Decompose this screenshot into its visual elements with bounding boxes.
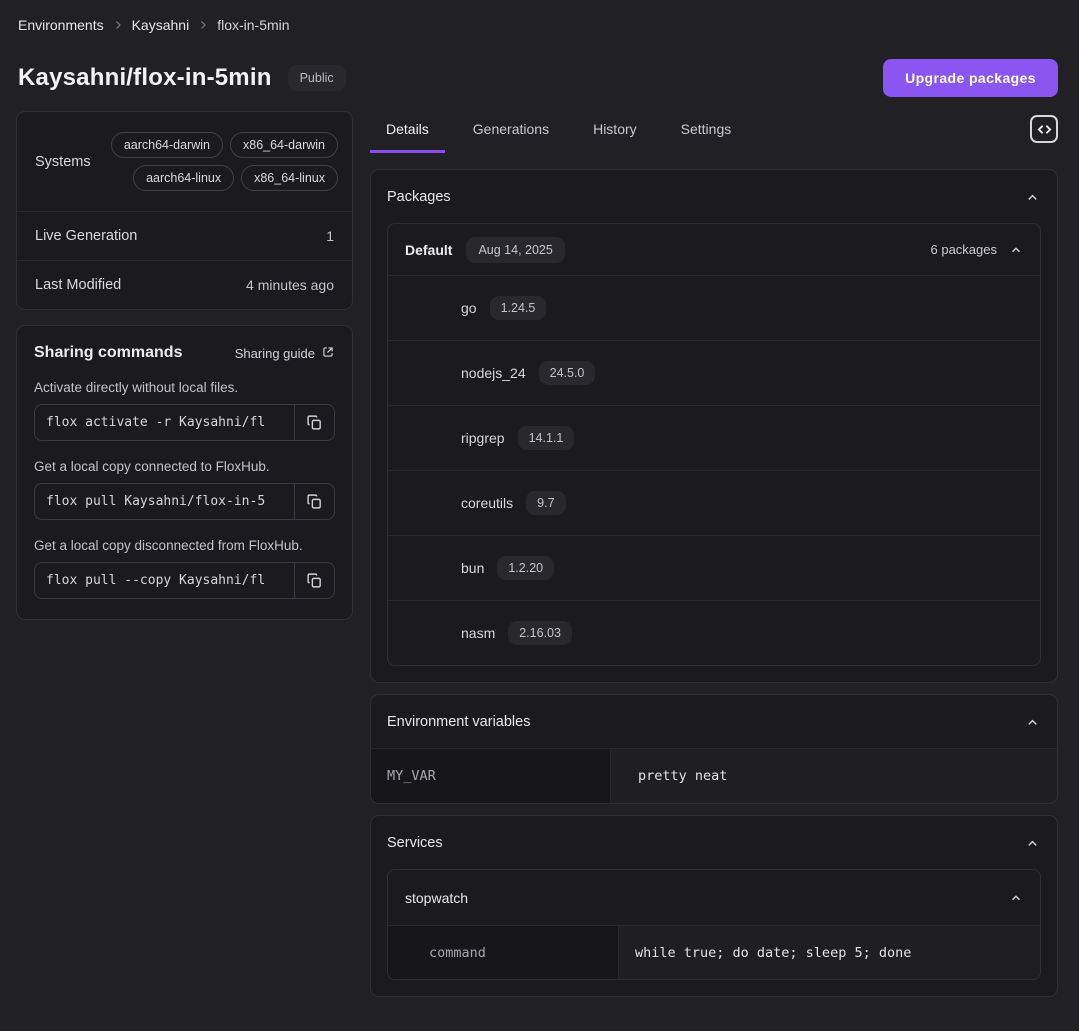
chevron-up-icon	[1009, 891, 1023, 905]
group-date-badge: Aug 14, 2025	[466, 237, 564, 263]
env-var-row: MY_VAR pretty neat	[371, 748, 1057, 803]
service-command-label: command	[388, 926, 619, 979]
package-row: go 1.24.5	[388, 275, 1040, 340]
package-group-card: Default Aug 14, 2025 6 packages go 1.24.…	[387, 223, 1041, 666]
system-badge: aarch64-darwin	[111, 132, 223, 158]
service-command-row: command while true; do date; sleep 5; do…	[388, 925, 1040, 979]
share-command-description: Activate directly without local files.	[34, 380, 335, 395]
package-row: nasm 2.16.03	[388, 600, 1040, 665]
breadcrumb-environment: flox-in-5min	[217, 17, 289, 33]
services-panel-header[interactable]: Services	[371, 816, 1057, 869]
chevron-up-icon	[1009, 243, 1023, 257]
pull-command-box: flox pull Kaysahni/flox-in-5	[34, 483, 335, 520]
package-count: 6 packages	[931, 242, 998, 257]
sharing-commands-title: Sharing commands	[34, 344, 182, 362]
package-version-badge: 1.2.20	[497, 556, 554, 580]
package-version-badge: 24.5.0	[539, 361, 596, 385]
package-version-badge: 1.24.5	[490, 296, 547, 320]
package-row: coreutils 9.7	[388, 470, 1040, 535]
live-generation-label: Live Generation	[35, 228, 137, 244]
tab-settings[interactable]: Settings	[665, 111, 748, 153]
package-row: nodejs_24 24.5.0	[388, 340, 1040, 405]
external-link-icon	[321, 345, 335, 362]
packages-panel-header[interactable]: Packages	[371, 170, 1057, 223]
packages-title: Packages	[387, 189, 451, 205]
breadcrumb-environments[interactable]: Environments	[18, 17, 104, 33]
chevron-right-icon	[197, 19, 209, 31]
env-vars-title: Environment variables	[387, 714, 530, 730]
service-card: stopwatch command while true; do date; s…	[387, 869, 1041, 980]
activate-command-text: flox activate -r Kaysahni/fl	[35, 405, 294, 440]
chevron-right-icon	[112, 19, 124, 31]
last-modified-row: Last Modified 4 minutes ago	[17, 260, 352, 309]
service-name: stopwatch	[405, 890, 468, 906]
environment-meta-card: Systems aarch64-darwin x86_64-darwin aar…	[16, 111, 353, 310]
sharing-commands-card: Sharing commands Sharing guide Activate …	[16, 325, 353, 620]
tab-details[interactable]: Details	[370, 111, 445, 153]
service-header[interactable]: stopwatch	[388, 870, 1040, 925]
breadcrumb: Environments Kaysahni flox-in-5min	[0, 0, 1079, 33]
package-version-badge: 2.16.03	[508, 621, 572, 645]
chevron-up-icon	[1025, 190, 1040, 205]
copy-icon[interactable]	[294, 563, 334, 598]
service-command-value: while true; do date; sleep 5; done	[619, 926, 1040, 979]
system-badge: aarch64-linux	[133, 165, 234, 191]
code-view-button[interactable]	[1030, 115, 1058, 143]
tab-generations[interactable]: Generations	[457, 111, 565, 153]
copy-icon[interactable]	[294, 484, 334, 519]
env-vars-panel: Environment variables MY_VAR pretty neat	[370, 694, 1058, 804]
package-name: nasm	[461, 625, 495, 641]
tab-history[interactable]: History	[577, 111, 653, 153]
package-name: coreutils	[461, 495, 513, 511]
last-modified-value: 4 minutes ago	[246, 277, 334, 293]
sharing-guide-label: Sharing guide	[235, 346, 315, 361]
env-var-value: pretty neat	[611, 749, 1057, 803]
package-row: ripgrep 14.1.1	[388, 405, 1040, 470]
copy-icon[interactable]	[294, 405, 334, 440]
sharing-guide-link[interactable]: Sharing guide	[235, 345, 335, 362]
services-title: Services	[387, 835, 443, 851]
chevron-up-icon	[1025, 836, 1040, 851]
pull-copy-command-text: flox pull --copy Kaysahni/fl	[35, 563, 294, 598]
env-var-name: MY_VAR	[371, 749, 611, 803]
pull-command-text: flox pull Kaysahni/flox-in-5	[35, 484, 294, 519]
chevron-up-icon	[1025, 715, 1040, 730]
system-badge: x86_64-linux	[241, 165, 338, 191]
package-row: bun 1.2.20	[388, 535, 1040, 600]
package-name: nodejs_24	[461, 365, 526, 381]
upgrade-packages-button[interactable]: Upgrade packages	[883, 59, 1058, 97]
activate-command-box: flox activate -r Kaysahni/fl	[34, 404, 335, 441]
page-header: Kaysahni/flox-in-5min Public Upgrade pac…	[0, 33, 1079, 97]
share-command-description: Get a local copy connected to FloxHub.	[34, 459, 335, 474]
live-generation-row: Live Generation 1	[17, 211, 352, 260]
tab-bar: Details Generations History Settings	[370, 111, 1058, 169]
package-version-badge: 14.1.1	[518, 426, 575, 450]
services-panel: Services stopwatch command while true; d…	[370, 815, 1058, 997]
package-group-header[interactable]: Default Aug 14, 2025 6 packages	[388, 224, 1040, 275]
pull-copy-command-box: flox pull --copy Kaysahni/fl	[34, 562, 335, 599]
systems-row: Systems aarch64-darwin x86_64-darwin aar…	[17, 112, 352, 211]
packages-panel: Packages Default Aug 14, 2025 6 packages	[370, 169, 1058, 683]
package-name: ripgrep	[461, 430, 505, 446]
env-vars-panel-header[interactable]: Environment variables	[371, 695, 1057, 748]
package-version-badge: 9.7	[526, 491, 565, 515]
share-command-description: Get a local copy disconnected from FloxH…	[34, 538, 335, 553]
group-name: Default	[405, 242, 452, 258]
system-badge: x86_64-darwin	[230, 132, 338, 158]
systems-label: Systems	[35, 154, 91, 170]
live-generation-value: 1	[326, 228, 334, 244]
package-name: go	[461, 300, 477, 316]
last-modified-label: Last Modified	[35, 277, 121, 293]
visibility-badge: Public	[288, 65, 346, 91]
page-title: Kaysahni/flox-in-5min	[18, 64, 272, 92]
breadcrumb-owner[interactable]: Kaysahni	[132, 17, 190, 33]
package-name: bun	[461, 560, 484, 576]
